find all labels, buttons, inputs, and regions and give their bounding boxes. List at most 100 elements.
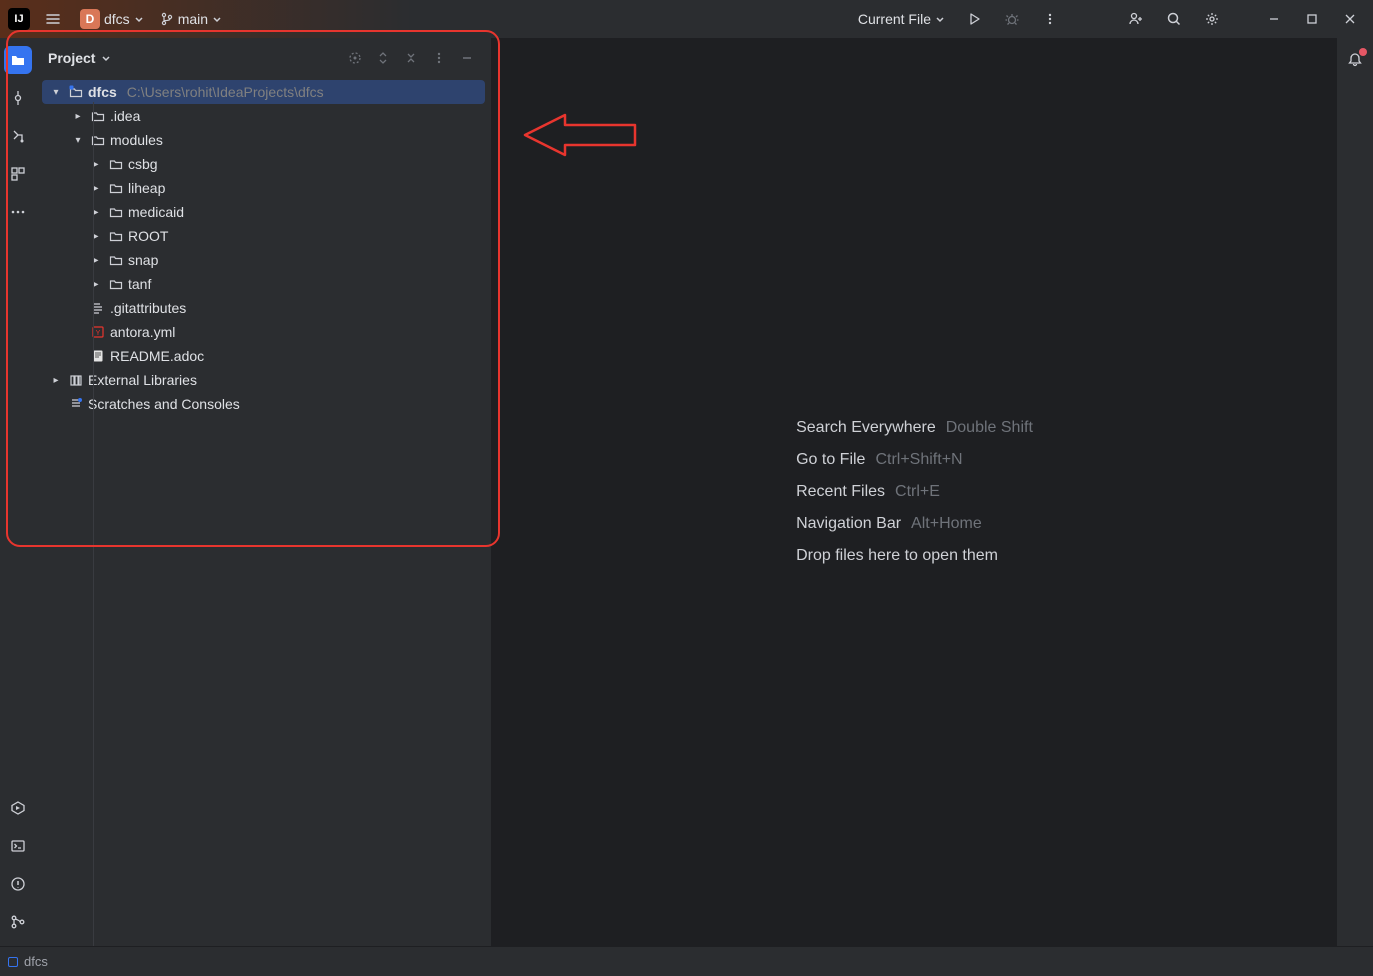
scratches-icon — [68, 396, 84, 412]
expand-arrow-icon[interactable]: ▸ — [88, 228, 104, 244]
tree-scratches-node[interactable]: ▸ Scratches and Consoles — [42, 392, 485, 416]
more-actions-button[interactable] — [1035, 4, 1065, 34]
expand-arrow-icon[interactable]: ▸ — [88, 276, 104, 292]
project-selector[interactable]: D dfcs — [76, 5, 148, 33]
tree-folder-node[interactable]: ▸ ROOT — [42, 224, 485, 248]
project-badge-icon: D — [80, 9, 100, 29]
tree-node-label: snap — [128, 252, 158, 268]
tree-node-label: Scratches and Consoles — [88, 396, 240, 412]
tree-folder-node[interactable]: ▸ snap — [42, 248, 485, 272]
expand-arrow-icon[interactable]: ▸ — [88, 204, 104, 220]
debug-button[interactable] — [997, 4, 1027, 34]
empty-action-label: Search Everywhere — [796, 419, 936, 437]
empty-action-shortcut: Alt+Home — [911, 515, 982, 533]
empty-action-label: Recent Files — [796, 483, 885, 501]
expand-arrow-icon[interactable]: ▸ — [88, 252, 104, 268]
tree-file-node[interactable]: ▸ .gitattributes — [42, 296, 485, 320]
window-minimize-button[interactable] — [1259, 4, 1289, 34]
project-tool-button[interactable] — [4, 46, 32, 74]
editor-area[interactable]: Search Everywhere Double Shift Go to File… — [492, 38, 1337, 946]
collapse-all-button[interactable] — [399, 46, 423, 70]
tree-folder-node[interactable]: ▸ csbg — [42, 152, 485, 176]
expand-arrow-icon[interactable]: ▸ — [70, 108, 86, 124]
folder-icon — [108, 252, 124, 268]
expand-arrow-icon[interactable]: ▾ — [70, 132, 86, 148]
structure-tool-button[interactable] — [4, 160, 32, 188]
window-maximize-button[interactable] — [1297, 4, 1327, 34]
tree-root-node[interactable]: ▾ dfcs C:\Users\rohit\IdeaProjects\dfcs — [42, 80, 485, 104]
tree-folder-node[interactable]: ▸ liheap — [42, 176, 485, 200]
tree-folder-node[interactable]: ▸ medicaid — [42, 200, 485, 224]
run-button[interactable] — [959, 4, 989, 34]
folder-icon — [108, 228, 124, 244]
tree-folder-node[interactable]: ▸ .idea — [42, 104, 485, 128]
panel-options-button[interactable] — [427, 46, 451, 70]
search-button[interactable] — [1159, 4, 1189, 34]
expand-arrow-icon[interactable]: ▾ — [48, 84, 64, 100]
empty-editor-placeholder: Search Everywhere Double Shift Go to File… — [796, 419, 1033, 565]
tree-node-label: .idea — [110, 108, 140, 124]
intellij-logo-icon[interactable]: IJ — [8, 8, 30, 30]
more-tools-button[interactable] — [4, 198, 32, 226]
terminal-tool-button[interactable] — [4, 832, 32, 860]
code-with-me-button[interactable] — [1121, 4, 1151, 34]
chevron-down-icon — [935, 14, 945, 24]
empty-action-shortcut: Ctrl+Shift+N — [875, 451, 962, 469]
pull-requests-tool-button[interactable] — [4, 122, 32, 150]
expand-all-button[interactable] — [371, 46, 395, 70]
folder-icon — [108, 156, 124, 172]
folder-icon — [108, 276, 124, 292]
tree-file-node[interactable]: ▸ README.adoc — [42, 344, 485, 368]
project-panel-header: Project — [36, 38, 491, 78]
tree-node-label: tanf — [128, 276, 151, 292]
tree-node-label: liheap — [128, 180, 165, 196]
tree-external-libs-node[interactable]: ▸ External Libraries — [42, 368, 485, 392]
vcs-branch-selector[interactable]: main — [156, 7, 226, 31]
folder-icon — [108, 180, 124, 196]
expand-arrow-icon[interactable]: ▸ — [48, 372, 64, 388]
branch-name-label: main — [178, 11, 208, 27]
empty-action-shortcut: Double Shift — [946, 419, 1033, 437]
commit-tool-button[interactable] — [4, 84, 32, 112]
window-close-button[interactable] — [1335, 4, 1365, 34]
tree-node-label: External Libraries — [88, 372, 197, 388]
tree-node-label: antora.yml — [110, 324, 175, 340]
empty-action-label: Go to File — [796, 451, 865, 469]
empty-action-label: Navigation Bar — [796, 515, 901, 533]
problems-tool-button[interactable] — [4, 870, 32, 898]
notification-badge-icon — [1359, 48, 1367, 56]
module-folder-icon — [68, 84, 84, 100]
tree-node-label: README.adoc — [110, 348, 204, 364]
folder-icon — [108, 204, 124, 220]
main-menu-button[interactable] — [38, 4, 68, 34]
status-module-label[interactable]: dfcs — [24, 954, 48, 969]
tree-node-label: .gitattributes — [110, 300, 186, 316]
panel-title[interactable]: Project — [48, 50, 95, 66]
expand-arrow-icon[interactable]: ▸ — [88, 156, 104, 172]
notifications-button[interactable] — [1341, 46, 1369, 74]
tree-node-path: C:\Users\rohit\IdeaProjects\dfcs — [127, 84, 324, 100]
services-tool-button[interactable] — [4, 794, 32, 822]
empty-drop-hint: Drop files here to open them — [796, 547, 998, 565]
project-name-label: dfcs — [104, 11, 130, 27]
vcs-tool-button[interactable] — [4, 908, 32, 936]
select-opened-file-button[interactable] — [343, 46, 367, 70]
hide-panel-button[interactable] — [455, 46, 479, 70]
tree-node-label: modules — [110, 132, 163, 148]
library-icon — [68, 372, 84, 388]
tree-node-label: ROOT — [128, 228, 168, 244]
tree-folder-node[interactable]: ▾ modules — [42, 128, 485, 152]
settings-button[interactable] — [1197, 4, 1227, 34]
chevron-down-icon — [134, 14, 144, 24]
tree-folder-node[interactable]: ▸ tanf — [42, 272, 485, 296]
chevron-down-icon — [212, 14, 222, 24]
project-tree[interactable]: ▾ dfcs C:\Users\rohit\IdeaProjects\dfcs … — [36, 78, 491, 946]
branch-icon — [160, 12, 174, 26]
tree-node-label: medicaid — [128, 204, 184, 220]
run-config-selector[interactable]: Current File — [852, 7, 951, 31]
expand-arrow-icon[interactable]: ▸ — [88, 180, 104, 196]
tree-file-node[interactable]: ▸ Y antora.yml — [42, 320, 485, 344]
run-config-label: Current File — [858, 11, 931, 27]
chevron-down-icon[interactable] — [101, 53, 111, 63]
svg-text:Y: Y — [96, 330, 101, 337]
